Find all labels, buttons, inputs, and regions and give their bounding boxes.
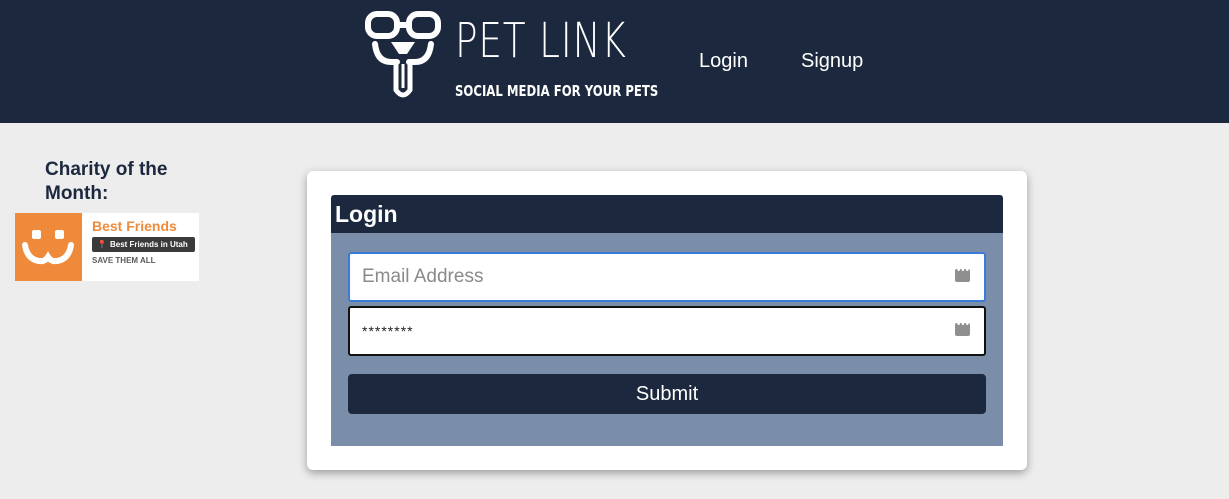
login-card: Login Submit: [307, 171, 1027, 470]
login-header: Login: [331, 195, 1003, 233]
logo-title: PET LINK: [455, 13, 627, 69]
charity-location-badge: 📍 Best Friends in Utah: [92, 237, 195, 252]
email-input[interactable]: [350, 254, 950, 300]
logo-tagline: SOCIAL MEDIA FOR YOUR PETS: [455, 82, 659, 100]
charity-of-the-month-heading: Charity of the Month:: [45, 159, 168, 204]
nav-login-link[interactable]: Login: [699, 49, 748, 73]
charity-name: Best Friends: [92, 218, 177, 234]
password-input[interactable]: [350, 308, 950, 354]
password-manager-icon[interactable]: [955, 320, 970, 336]
dog-face-icon: [365, 11, 441, 98]
login-form: Submit: [331, 233, 1003, 446]
best-friends-logo: [15, 213, 82, 281]
charity-slogan: SAVE THEM ALL: [92, 256, 156, 265]
submit-button[interactable]: Submit: [348, 374, 986, 414]
charity-banner[interactable]: Best Friends 📍 Best Friends in Utah SAVE …: [15, 213, 199, 281]
location-pin-icon: 📍: [97, 240, 107, 249]
password-field-wrapper: [348, 306, 986, 356]
navbar: PET LINK SOCIAL MEDIA FOR YOUR PETS Logi…: [0, 0, 1229, 123]
password-manager-icon[interactable]: [955, 266, 970, 282]
login-title: Login: [335, 201, 398, 227]
nav-signup-link[interactable]: Signup: [801, 49, 863, 73]
charity-location-label: Best Friends in Utah: [109, 240, 188, 249]
pet-link-logo[interactable]: PET LINK SOCIAL MEDIA FOR YOUR PETS: [365, 10, 659, 104]
email-field-wrapper: [348, 252, 986, 302]
smiling-pet-face-icon: [22, 230, 74, 265]
